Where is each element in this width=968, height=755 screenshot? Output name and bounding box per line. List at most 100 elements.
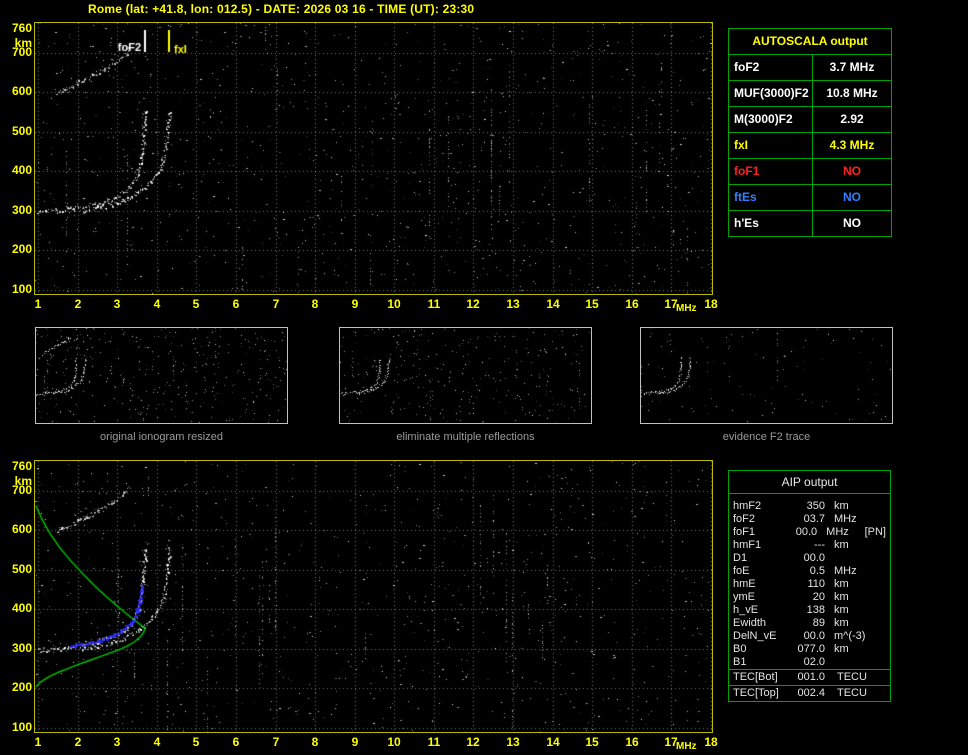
- y-tick-label: 400: [11, 163, 32, 177]
- ionogram-canvas-top: [34, 22, 713, 295]
- aip-param-label: B0: [733, 643, 747, 655]
- y-tick-label: 300: [11, 203, 32, 217]
- aip-param-label: hmF1: [733, 539, 762, 551]
- aip-param-unit: km: [834, 643, 849, 655]
- aip-param-unit: km: [834, 591, 849, 603]
- x-tick-label: 11: [427, 735, 441, 749]
- aip-row: hmE 110 km: [729, 578, 890, 591]
- aip-table-header: AIP output: [728, 470, 891, 494]
- x-tick-label: 9: [351, 735, 359, 749]
- aip-param-value: 110: [807, 578, 825, 590]
- y-tick-label: 400: [11, 601, 32, 615]
- y-tick-label: 500: [11, 124, 32, 138]
- x-tick-label: 10: [387, 735, 401, 749]
- autoscala-param-label: fxI: [729, 133, 813, 158]
- aip-param-note: [876, 630, 886, 643]
- x-tick-label: 3: [113, 735, 121, 749]
- aip-param-note: [876, 656, 886, 669]
- y-tick-label: 100: [11, 720, 32, 734]
- y-tick-label: 600: [11, 522, 32, 536]
- thumbnail-canvas: [641, 328, 892, 423]
- aip-row: D1 00.0: [729, 552, 890, 565]
- aip-param-value: 001.0: [797, 671, 825, 683]
- table-row: MUF(3000)F2 10.8 MHz: [729, 80, 891, 106]
- autoscala-param-label: MUF(3000)F2: [729, 81, 813, 106]
- x-tick-label: 7: [272, 297, 280, 311]
- thumbnail-evidence-f2-trace: [640, 327, 893, 424]
- aip-row: B0 077.0 km: [729, 643, 890, 656]
- aip-param-value: ---: [814, 539, 825, 551]
- x-tick-label: 5: [192, 297, 200, 311]
- x-tick-label: 16: [625, 297, 639, 311]
- aip-param-note: [876, 565, 886, 578]
- x-tick-label: 16: [625, 735, 639, 749]
- aip-row: DelN_vE 00.0 m^(-3): [729, 630, 890, 643]
- aip-param-label: DelN_vE: [733, 630, 777, 642]
- thumbnail-caption: eliminate multiple reflections: [396, 431, 535, 443]
- aip-param-note: [876, 578, 886, 591]
- aip-param-value: 03.7: [803, 513, 825, 525]
- table-row: h'Es NO: [729, 210, 891, 236]
- autoscala-param-value: 2.92: [840, 112, 864, 126]
- x-tick-label: 2: [74, 735, 82, 749]
- aip-param-label: TEC[Top]: [733, 687, 779, 699]
- thumbnail-caption: original ionogram resized: [100, 431, 223, 443]
- aip-row: Ewidth 89 km: [729, 617, 890, 630]
- table-row: foF1 NO: [729, 158, 891, 184]
- x-tick-label: 18: [704, 735, 718, 749]
- autoscala-param-value: NO: [843, 190, 861, 204]
- aip-param-note: [876, 552, 886, 565]
- thumbnail-canvas: [340, 328, 591, 423]
- aip-param-note: [876, 500, 886, 513]
- thumbnail-canvas: [36, 328, 287, 423]
- aip-param-label: Ewidth: [733, 617, 767, 629]
- x-tick-label: 1: [34, 297, 42, 311]
- autoscala-param-value: 10.8 MHz: [826, 86, 878, 100]
- x-tick-label: 4: [153, 735, 161, 749]
- thumbnail-caption: evidence F2 trace: [722, 431, 811, 443]
- aip-output-table: AIP output hmF2 350 km foF2 03.7 MHz foF…: [728, 470, 891, 702]
- x-tick-label: 4: [153, 297, 161, 311]
- aip-param-unit: MHz: [834, 565, 857, 577]
- ionogram-plot-bottom: 760 700 600 500 400 300 200 100 km 1 2 3 4 5 6 7 8 9 10 11 1…: [6, 460, 726, 755]
- autoscala-screen: Rome (lat: +41.8, lon: 012.5) - DATE: 20…: [0, 0, 968, 755]
- autoscala-param-value: 3.7 MHz: [829, 60, 875, 74]
- aip-param-unit: m^(-3): [834, 630, 866, 642]
- aip-param-value: 00.0: [803, 630, 825, 642]
- thumbnail-original-ionogram: [35, 327, 288, 424]
- thumbnail-eliminate-reflections: [339, 327, 592, 424]
- y-tick-label: 200: [11, 680, 32, 694]
- aip-param-note: [876, 604, 886, 617]
- table-row: M(3000)F2 2.92: [729, 106, 891, 132]
- aip-row: ymE 20 km: [729, 591, 890, 604]
- aip-param-note: [876, 591, 886, 604]
- aip-param-label: TEC[Bot]: [733, 671, 778, 683]
- aip-param-value: 00.0: [795, 526, 818, 538]
- aip-param-value: 350: [806, 500, 825, 512]
- aip-param-unit: km: [834, 539, 849, 551]
- aip-param-unit: TECU: [837, 671, 867, 683]
- y-tick-label: 200: [11, 242, 32, 256]
- page-title: Rome (lat: +41.8, lon: 012.5) - DATE: 20…: [88, 2, 475, 16]
- aip-tec-row: TEC[Bot] 001.0 TECU: [729, 669, 890, 685]
- table-row: foF2 3.7 MHz: [729, 54, 891, 80]
- aip-param-unit: [825, 552, 876, 565]
- x-axis-unit-label: MHz: [676, 303, 697, 314]
- aip-param-unit: km: [834, 604, 849, 616]
- x-tick-label: 10: [387, 297, 401, 311]
- aip-param-value: 20: [812, 591, 825, 603]
- x-tick-label: 12: [466, 297, 480, 311]
- x-tick-label: 8: [311, 297, 319, 311]
- aip-param-value: 077.0: [797, 643, 825, 655]
- aip-param-label: foE: [733, 565, 750, 577]
- aip-row: hmF2 350 km: [729, 500, 890, 513]
- aip-row: foF1 00.0 MHz [PN]: [729, 526, 890, 539]
- aip-param-label: h_vE: [733, 604, 759, 616]
- autoscala-table-header: AUTOSCALA output: [752, 34, 868, 48]
- aip-param-label: ymE: [733, 591, 755, 603]
- autoscala-param-label: foF1: [729, 159, 813, 184]
- aip-param-note: [876, 513, 886, 526]
- aip-param-note: [876, 617, 886, 630]
- x-tick-label: 13: [506, 735, 520, 749]
- aip-param-value: 00.0: [803, 552, 825, 564]
